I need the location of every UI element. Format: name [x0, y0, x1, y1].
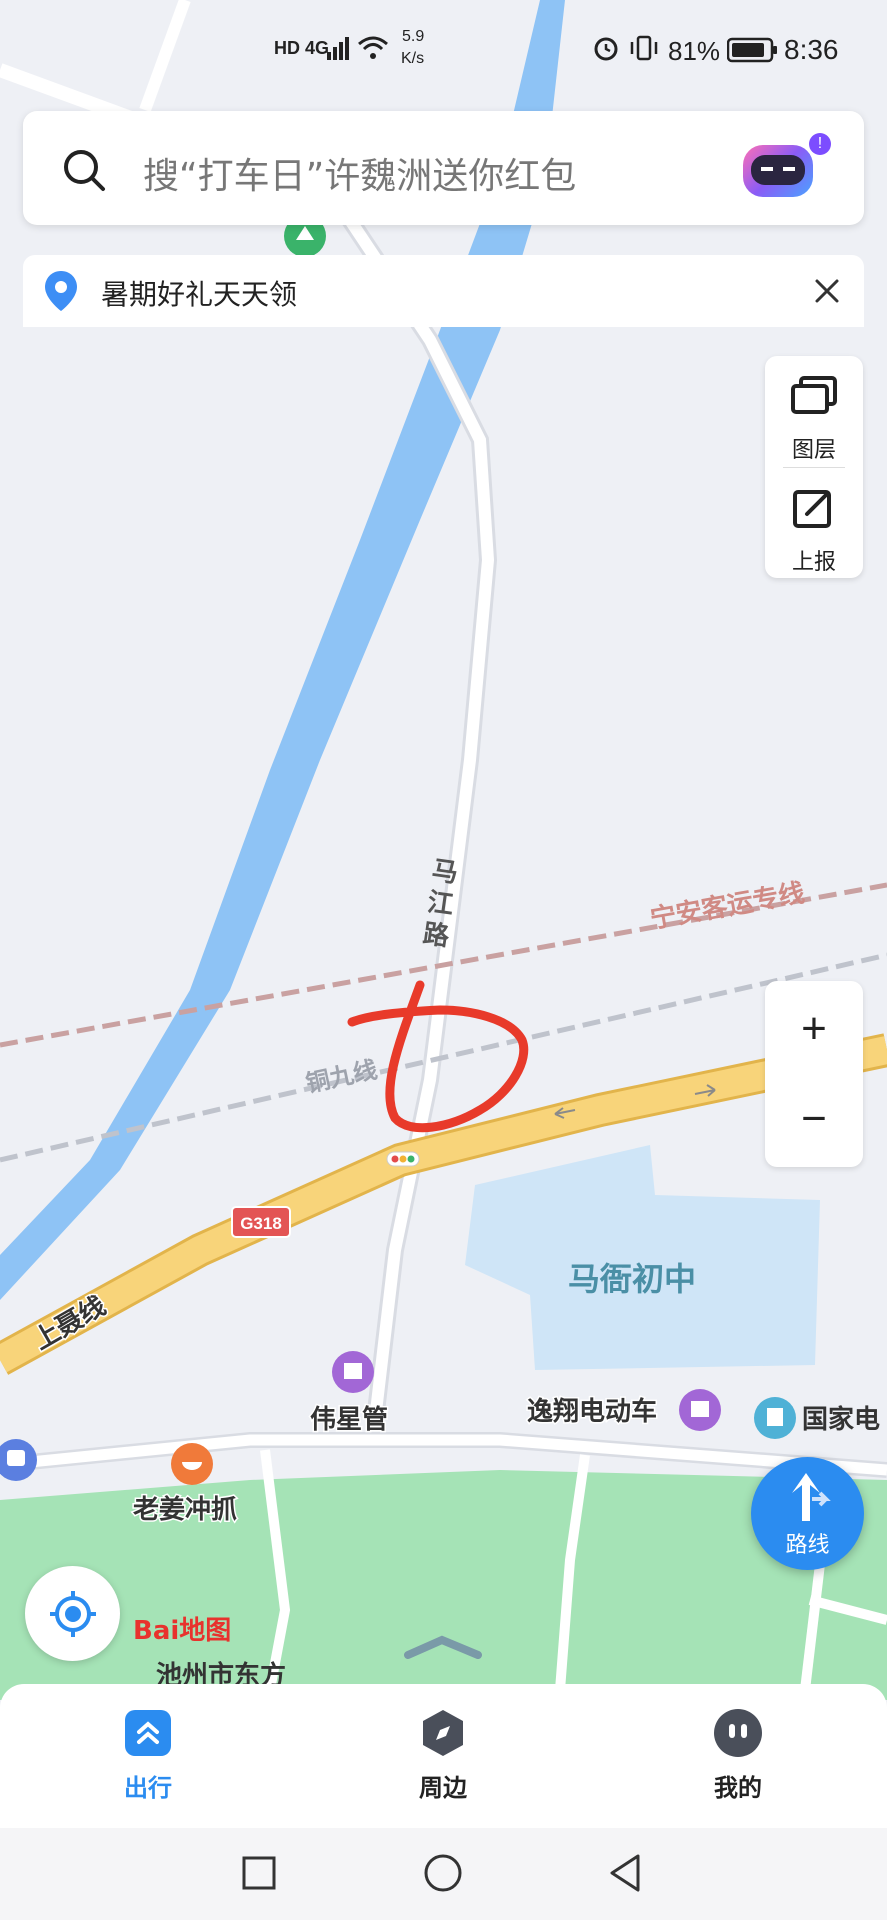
profile-icon — [714, 1709, 762, 1757]
layers-icon — [791, 376, 837, 414]
highway-shield-text: G318 — [240, 1214, 282, 1233]
tab-nearby-label: 周边 — [419, 1774, 467, 1802]
signal-icon — [327, 37, 349, 60]
svg-text:路: 路 — [421, 918, 452, 952]
notification-badge: ! — [809, 133, 831, 155]
clock: 8:36 — [784, 34, 839, 65]
assistant-avatar-icon[interactable] — [743, 145, 813, 197]
speed-value: 5.9 — [402, 28, 425, 45]
tab-nearby[interactable]: 周边 — [373, 1684, 513, 1828]
svg-text:江: 江 — [425, 887, 455, 920]
alarm-icon — [594, 37, 618, 61]
close-icon[interactable] — [813, 277, 841, 305]
route-arrow-icon — [792, 1473, 831, 1521]
location-pin-icon — [45, 271, 77, 311]
vibrate-icon — [630, 35, 658, 61]
route-label: 路线 — [785, 1533, 830, 1558]
tab-travel[interactable]: 出行 — [78, 1684, 218, 1828]
bottom-tab-bar: 出行 周边 我的 — [0, 1684, 887, 1828]
svg-text:马: 马 — [430, 856, 460, 889]
system-nav-bar — [0, 1828, 887, 1920]
network-tags: HD 4G — [274, 38, 330, 58]
home-icon[interactable] — [422, 1852, 464, 1894]
zoom-in-button[interactable]: + — [765, 989, 863, 1069]
travel-icon — [125, 1710, 171, 1756]
compass-icon — [423, 1710, 463, 1756]
recent-apps-icon[interactable] — [240, 1854, 278, 1892]
search-bar[interactable]: 搜“打车日”许魏洲送你红包 ! — [23, 111, 864, 225]
promo-banner[interactable]: 暑期好礼天天领 — [23, 255, 864, 327]
svg-text:老姜冲抓: 老姜冲抓 — [133, 1494, 237, 1525]
tab-travel-label: 出行 — [124, 1774, 172, 1802]
tab-mine-label: 我的 — [714, 1774, 762, 1802]
svg-text:逸翔电动车: 逸翔电动车 — [527, 1396, 657, 1427]
svg-text:国家电: 国家电 — [802, 1404, 880, 1435]
speed-unit: K/s — [401, 50, 425, 67]
report-label: 上报 — [791, 550, 836, 575]
tab-mine[interactable]: 我的 — [668, 1684, 808, 1828]
svg-text:伟星管: 伟星管 — [310, 1405, 388, 1435]
back-icon[interactable] — [606, 1852, 646, 1894]
report-button[interactable]: 上报 — [765, 468, 863, 578]
locate-icon — [50, 1591, 96, 1637]
battery-icon — [727, 37, 777, 63]
wifi-icon — [358, 36, 388, 59]
layers-button[interactable]: 图层 — [765, 356, 863, 466]
zoom-out-button[interactable]: − — [765, 1079, 863, 1159]
label-school: 马衙初中 — [568, 1260, 696, 1298]
status-bar: HD 4G 5.9 K/s 81% 8:36 — [0, 0, 887, 100]
banner-text: 暑期好礼天天领 — [101, 278, 298, 311]
route-button[interactable]: 路线 — [751, 1457, 864, 1570]
locate-button[interactable] — [25, 1566, 120, 1661]
edit-icon — [793, 490, 831, 528]
search-icon — [64, 150, 105, 191]
baidu-logo: Bai地图 — [133, 1616, 232, 1646]
layers-label: 图层 — [791, 438, 836, 463]
map-tools-panel: 图层 上报 — [765, 356, 863, 578]
search-input[interactable]: 搜“打车日”许魏洲送你红包 — [143, 147, 576, 199]
battery-percent: 81% — [668, 36, 721, 66]
zoom-control: + − — [765, 981, 863, 1167]
